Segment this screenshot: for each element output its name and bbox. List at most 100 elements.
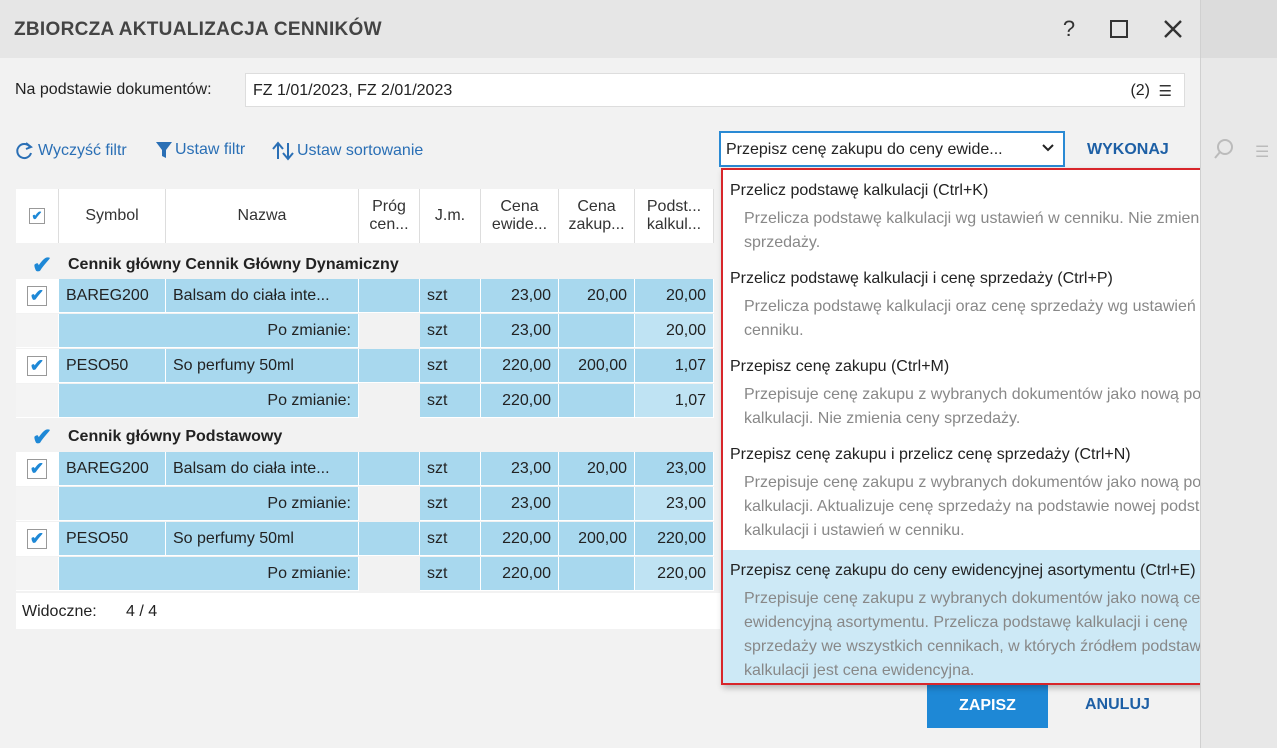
table-row-after: Po zmianie: szt 23,00 20,00 (16, 314, 720, 348)
cell-calc-base: 23,00 (635, 452, 714, 486)
cell-name: Balsam do ciała inte... (166, 279, 359, 313)
option-description: Przepisuje cenę zakupu z wybranych dokum… (744, 474, 1252, 539)
cell-register-price: 220,00 (481, 557, 559, 591)
row-checkbox[interactable]: ✔ (16, 279, 59, 313)
table-row[interactable]: ✔ BAREG200 Balsam do ciała inte... szt 2… (16, 452, 720, 486)
cell-threshold (359, 452, 420, 486)
save-button[interactable]: ZAPISZ (927, 684, 1048, 728)
column-header-symbol[interactable]: Symbol (59, 189, 166, 243)
row-checkbox[interactable]: ✔ (16, 522, 59, 556)
cell-calc-base: 1,07 (635, 349, 714, 383)
table-row[interactable]: ✔ BAREG200 Balsam do ciała inte... szt 2… (16, 279, 720, 313)
table-row[interactable]: ✔ PESO50 So perfumy 50ml szt 220,00 200,… (16, 349, 720, 383)
after-change-label: Po zmianie: (59, 487, 359, 521)
row-spacer (16, 384, 59, 418)
group-header[interactable]: ✔ Cennik główny Cennik Główny Dynamiczny (16, 247, 720, 282)
documents-count: (2) (1130, 82, 1150, 99)
cell-register-price: 220,00 (481, 384, 559, 418)
close-button[interactable] (1156, 12, 1190, 46)
group-title: Cennik główny Cennik Główny Dynamiczny (68, 256, 399, 273)
cell-calc-base: 23,00 (635, 487, 714, 521)
action-dropdown-list: Przelicz podstawę kalkulacji (Ctrl+K) Pr… (721, 168, 1267, 685)
option-description: Przepisuje cenę zakupu z wybranych dokum… (744, 386, 1252, 427)
group-header[interactable]: ✔ Cennik główny Podstawowy (16, 419, 720, 454)
checkmark-icon: ✔ (27, 355, 47, 376)
column-header-register-price[interactable]: Cena ewide... (481, 189, 559, 243)
select-all-checkbox[interactable]: ✔ (16, 189, 59, 243)
action-select[interactable]: Przepisz cenę zakupu do ceny ewide... (719, 131, 1065, 167)
dropdown-option[interactable]: Przelicz podstawę kalkulacji (Ctrl+K) Pr… (723, 170, 1265, 258)
visible-label: Widoczne: (22, 603, 97, 620)
sort-icon (272, 141, 294, 161)
search-icon (1213, 138, 1235, 165)
column-header-purchase-price[interactable]: Cena zakup... (559, 189, 635, 243)
checkmark-icon: ✔ (27, 458, 47, 479)
cell-threshold (359, 522, 420, 556)
option-description: Przelicza podstawę kalkulacji wg ustawie… (744, 210, 1251, 251)
column-header-threshold[interactable]: Próg cen... (359, 189, 420, 243)
dropdown-option[interactable]: Przepisz cenę zakupu (Ctrl+M) Przepisuje… (723, 346, 1265, 434)
set-filter-label: Ustaw filtr (175, 141, 246, 158)
chevron-down-icon (1041, 140, 1055, 157)
column-header-unit[interactable]: J.m. (420, 189, 481, 243)
cell-name: Balsam do ciała inte... (166, 452, 359, 486)
clear-filter-button[interactable]: Wyczyść filtr (15, 141, 127, 161)
cell-purchase-price (559, 487, 635, 521)
after-change-label: Po zmianie: (59, 384, 359, 418)
help-button[interactable]: ? (1052, 12, 1086, 46)
cancel-button[interactable]: ANULUJ (1085, 696, 1150, 714)
table-row-after: Po zmianie: szt 220,00 220,00 (16, 557, 720, 591)
after-change-label: Po zmianie: (59, 314, 359, 348)
table-row[interactable]: ✔ PESO50 So perfumy 50ml szt 220,00 200,… (16, 522, 720, 556)
cell-unit: szt (420, 487, 481, 521)
option-title: Przepisz cenę zakupu i przelicz cenę spr… (730, 446, 1131, 463)
dialog: ZBIORCZA AKTUALIZACJA CENNIKÓW ? Na pods… (0, 0, 1267, 748)
option-title: Przelicz podstawę kalkulacji (Ctrl+K) (730, 182, 989, 199)
cell-calc-base: 20,00 (635, 279, 714, 313)
dropdown-option[interactable]: Przelicz podstawę kalkulacji i cenę sprz… (723, 258, 1265, 346)
execute-button[interactable]: WYKONAJ (1087, 141, 1169, 159)
documents-field[interactable]: FZ 1/01/2023, FZ 2/01/2023 (2) ☰ (245, 73, 1185, 107)
row-spacer (16, 314, 59, 348)
cell-unit: szt (420, 452, 481, 486)
column-header-name[interactable]: Nazwa (166, 189, 359, 243)
dropdown-option-selected[interactable]: Przepisz cenę zakupu do ceny ewidencyjne… (723, 550, 1265, 683)
column-header-calc-base[interactable]: Podst... kalkul... (635, 189, 714, 243)
after-change-label: Po zmianie: (59, 557, 359, 591)
cell-register-price: 23,00 (481, 279, 559, 313)
checkmark-icon: ✔ (32, 424, 53, 451)
checkmark-icon: ✔ (27, 528, 47, 549)
option-description: Przelicza podstawę kalkulacji oraz cenę … (744, 298, 1212, 339)
maximize-button[interactable] (1102, 12, 1136, 46)
dialog-title: ZBIORCZA AKTUALIZACJA CENNIKÓW (14, 19, 382, 40)
cell-register-price: 23,00 (481, 314, 559, 348)
cell-symbol: PESO50 (59, 522, 166, 556)
option-title: Przepisz cenę zakupu do ceny ewidencyjne… (730, 562, 1196, 579)
title-bar: ZBIORCZA AKTUALIZACJA CENNIKÓW ? (0, 0, 1200, 58)
dropdown-option[interactable]: Przepisz cenę zakupu i przelicz cenę spr… (723, 434, 1265, 550)
background-panel: ☰ (1200, 0, 1277, 748)
visible-value: 4 / 4 (126, 603, 158, 620)
cell-purchase-price: 20,00 (559, 279, 635, 313)
cell-unit: szt (420, 349, 481, 383)
row-spacer (16, 487, 59, 521)
set-sort-label: Ustaw sortowanie (297, 142, 424, 159)
clear-filter-label: Wyczyść filtr (38, 142, 127, 159)
documents-value: FZ 1/01/2023, FZ 2/01/2023 (253, 82, 453, 99)
set-filter-button[interactable]: Ustaw filtr (156, 141, 245, 159)
cell-purchase-price: 200,00 (559, 349, 635, 383)
row-checkbox[interactable]: ✔ (16, 349, 59, 383)
cell-purchase-price: 20,00 (559, 452, 635, 486)
cell-unit: szt (420, 522, 481, 556)
refresh-icon (16, 142, 33, 160)
cell-calc-base: 220,00 (635, 522, 714, 556)
cell-threshold (359, 279, 420, 313)
cell-register-price: 23,00 (481, 452, 559, 486)
group-title: Cennik główny Podstawowy (68, 428, 283, 445)
row-spacer (16, 557, 59, 591)
set-sort-button[interactable]: Ustaw sortowanie (272, 141, 423, 161)
cell-symbol: BAREG200 (59, 452, 166, 486)
row-checkbox[interactable]: ✔ (16, 452, 59, 486)
documents-menu-icon[interactable]: ☰ (1159, 82, 1172, 100)
cell-purchase-price: 200,00 (559, 522, 635, 556)
